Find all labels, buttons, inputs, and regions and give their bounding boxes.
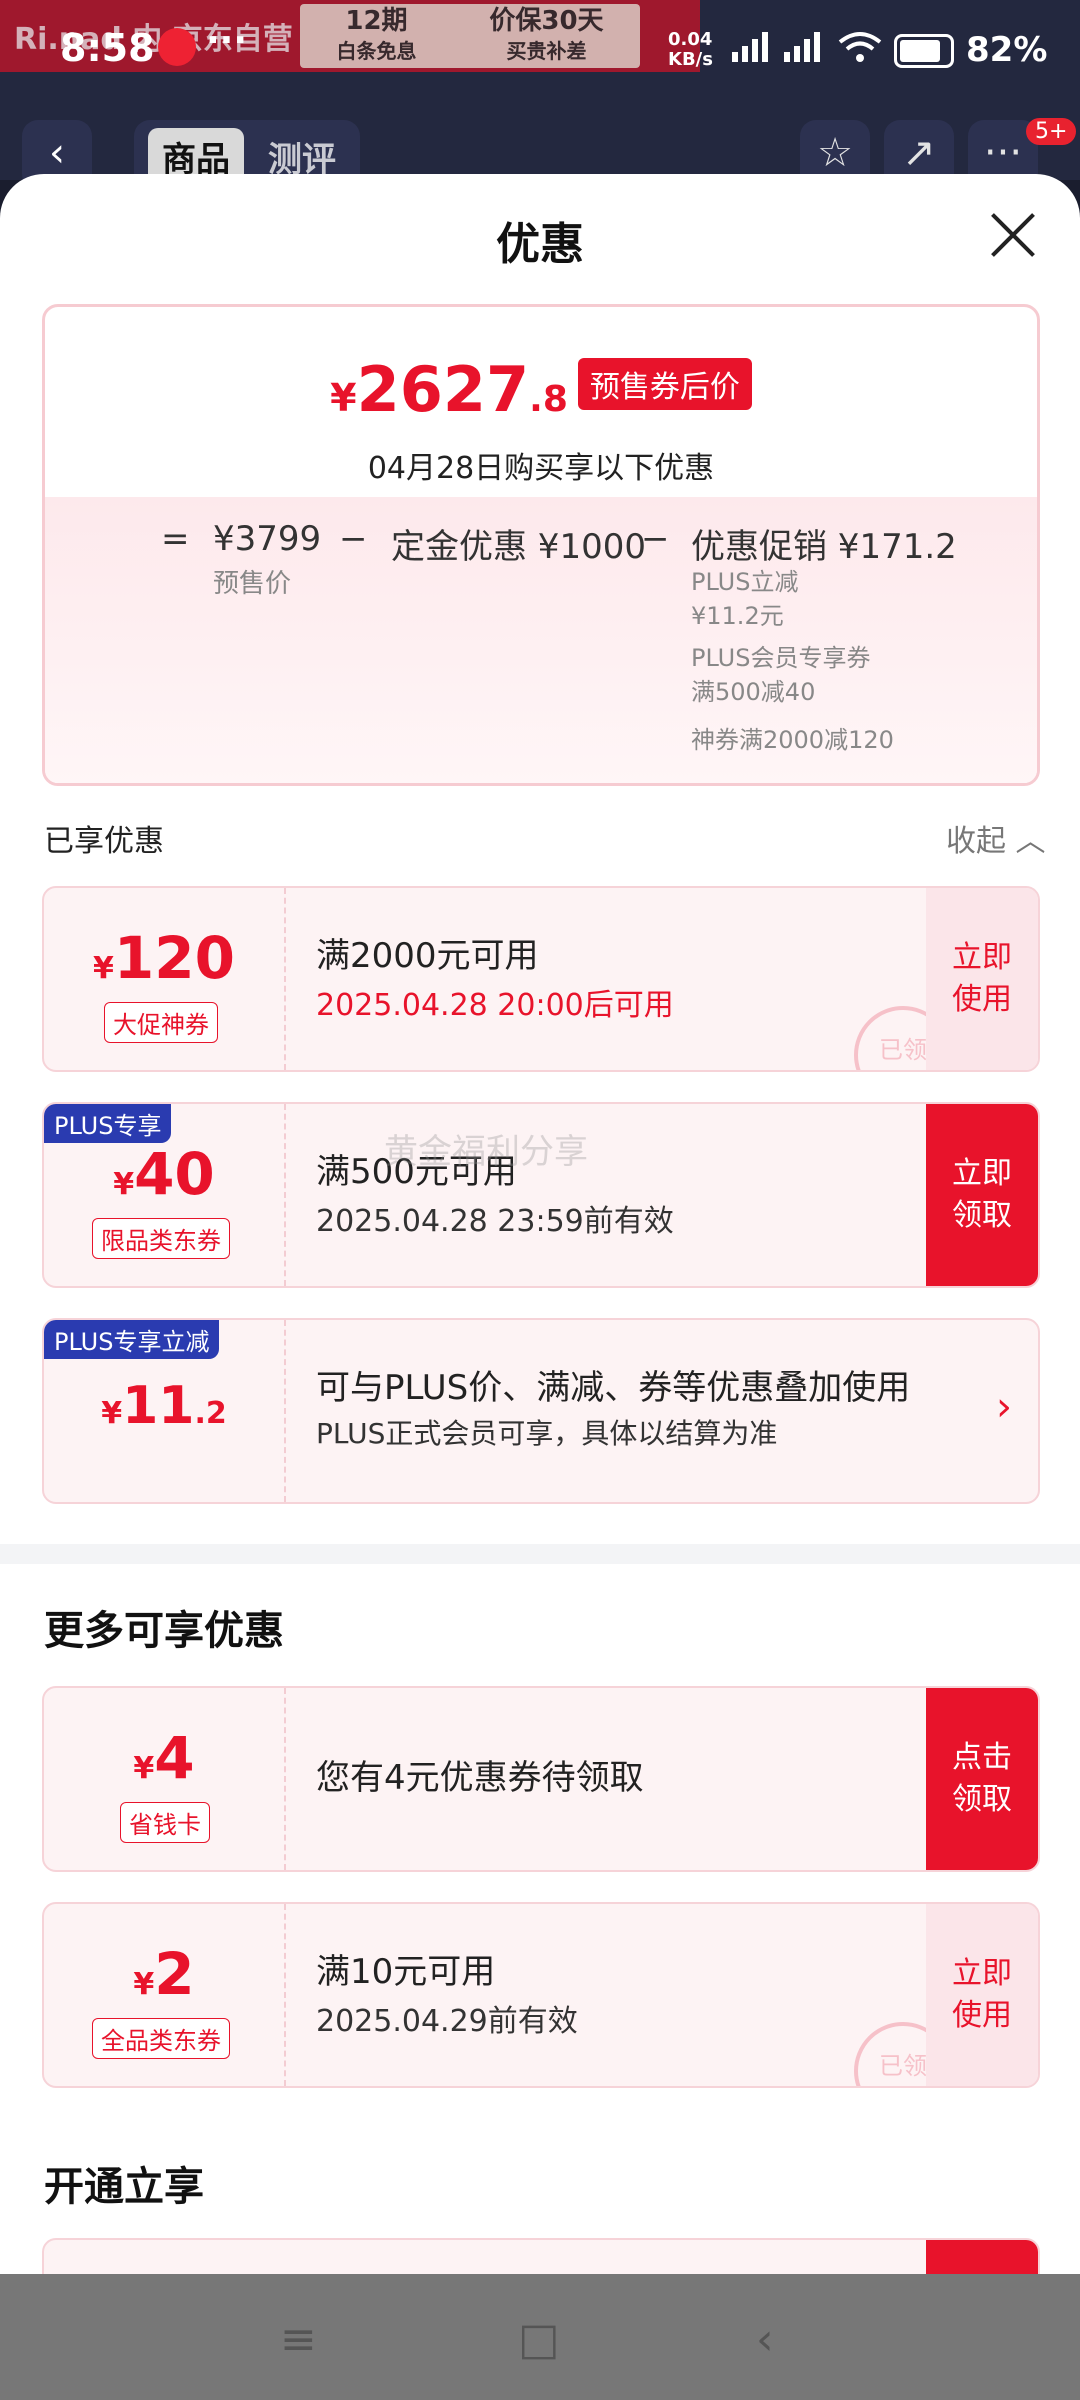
back-nav-icon[interactable]: ‹: [756, 2314, 774, 2365]
deposit-discount: 定金优惠 ¥1000: [391, 527, 646, 567]
presale-price-label: 预售价: [213, 569, 292, 599]
promo-detail-list: PLUS立减 ¥11.2元 PLUS会员专享券 满500减40 神券满2000减…: [691, 568, 894, 754]
more-notifications-icon: ···: [206, 20, 248, 61]
price-summary-card: ¥2627.8 预售券后价 04月28日购买享以下优惠 = ¥3799 预售价 −…: [42, 304, 1040, 786]
chevron-up-icon: ︿: [1015, 824, 1046, 859]
coupon-card: ¥120 大促神券 满2000元可用 2025.04.28 20:00后可用 已…: [42, 886, 1040, 1072]
wifi-icon: [838, 32, 882, 62]
membership-card-partial[interactable]: [42, 2238, 1040, 2274]
presale-price: ¥3799: [213, 519, 322, 559]
coupon-amount: ¥4: [133, 1724, 195, 1792]
collapse-button[interactable]: 收起 ︿: [946, 816, 1046, 860]
coupon-condition: 您有4元优惠券待领取: [316, 1758, 644, 1798]
coupon-type: 限品类东券: [92, 1218, 230, 1259]
coupon-type: 大促神券: [104, 1002, 218, 1043]
star-icon: ☆: [817, 130, 853, 176]
coupon-amount: ¥40: [113, 1140, 215, 1208]
claim-now-button[interactable]: 立即领取: [926, 1104, 1038, 1286]
plus-discount-note: PLUS正式会员可享，具体以结算为准: [316, 1417, 778, 1450]
plus-exclusive-badge: PLUS专享: [44, 1104, 172, 1143]
coupon-amount: ¥2: [133, 1940, 195, 2008]
final-price: ¥2627.8 预售券后价: [45, 353, 1037, 426]
share-icon: ↗: [902, 130, 936, 176]
discount-sheet: 优惠 ¥2627.8 预售券后价 04月28日购买享以下优惠 = ¥3799 预售…: [0, 174, 1080, 2274]
purchase-date-note: 04月28日购买享以下优惠: [367, 451, 715, 486]
coupon-validity: 2025.04.28 20:00后可用: [316, 988, 674, 1023]
coupon-type: 全品类东券: [92, 2018, 230, 2059]
battery-icon: [894, 34, 954, 68]
coupon-card: ¥4 省钱卡 您有4元优惠券待领取 点击领取: [42, 1686, 1040, 1872]
plus-discount-badge: PLUS专享立减: [44, 1320, 220, 1359]
sheet-title: 优惠: [496, 219, 584, 270]
coupon-card: PLUS专享 ¥40 限品类东券 满500元可用 2025.04.28 23:5…: [42, 1102, 1040, 1288]
more-discounts-title: 更多可享优惠: [44, 1608, 284, 1654]
coupon-amount: ¥120: [93, 924, 235, 992]
status-time: 8:58: [60, 26, 155, 70]
coupon-validity: 2025.04.28 23:59前有效: [316, 1204, 674, 1239]
plus-discount-description: 可与PLUS价、满减、券等优惠叠加使用: [316, 1368, 911, 1408]
chevron-right-icon: ›: [996, 1384, 1012, 1430]
close-icon[interactable]: [990, 212, 1036, 258]
click-claim-button[interactable]: 点击领取: [926, 1688, 1038, 1870]
status-bar: 8:58 ··· 0.04 KB/s 82%: [0, 0, 1080, 100]
signal-icon-2: [784, 32, 820, 62]
presale-price-tag: 预售券后价: [577, 358, 752, 410]
minus-sign-1: −: [339, 519, 368, 559]
coupon-condition: 满10元可用: [316, 1952, 496, 1992]
battery-percent: 82%: [966, 30, 1048, 70]
enjoyed-section-title: 已享优惠: [44, 824, 164, 859]
use-now-button[interactable]: 立即使用: [926, 888, 1038, 1070]
menu-icon[interactable]: ≡: [280, 2314, 317, 2365]
coupon-card: ¥2 全品类东券 满10元可用 2025.04.29前有效 已领 立即使用: [42, 1902, 1040, 2088]
plus-discount-card[interactable]: PLUS专享立减 ¥11.2 可与PLUS价、满减、券等优惠叠加使用 PLUS正…: [42, 1318, 1040, 1504]
equals-sign: =: [161, 519, 190, 559]
more-icon: ···: [983, 130, 1023, 176]
coupon-condition: 满2000元可用: [316, 936, 539, 976]
use-now-button[interactable]: 立即使用: [926, 1904, 1038, 2086]
watermark: 黄金福利分享: [384, 1132, 588, 1172]
coupon-type: 省钱卡: [120, 1802, 210, 1843]
coupon-amount: ¥11.2: [101, 1376, 227, 1436]
membership-action-partial[interactable]: [926, 2240, 1038, 2274]
home-icon[interactable]: □: [518, 2314, 560, 2365]
app-notification-icon: [158, 28, 196, 66]
section-divider: [0, 1544, 1080, 1564]
promo-discount: 优惠促销 ¥171.2: [691, 527, 957, 567]
minus-sign-2: −: [641, 519, 670, 559]
message-badge: 5+: [1026, 118, 1077, 145]
open-membership-title: 开通立享: [44, 2164, 204, 2210]
coupon-validity: 2025.04.29前有效: [316, 2004, 578, 2039]
signal-icon: [732, 32, 768, 62]
network-speed: 0.04 KB/s: [668, 29, 713, 70]
system-navigation-bar: ≡ □ ‹: [0, 2274, 1080, 2400]
